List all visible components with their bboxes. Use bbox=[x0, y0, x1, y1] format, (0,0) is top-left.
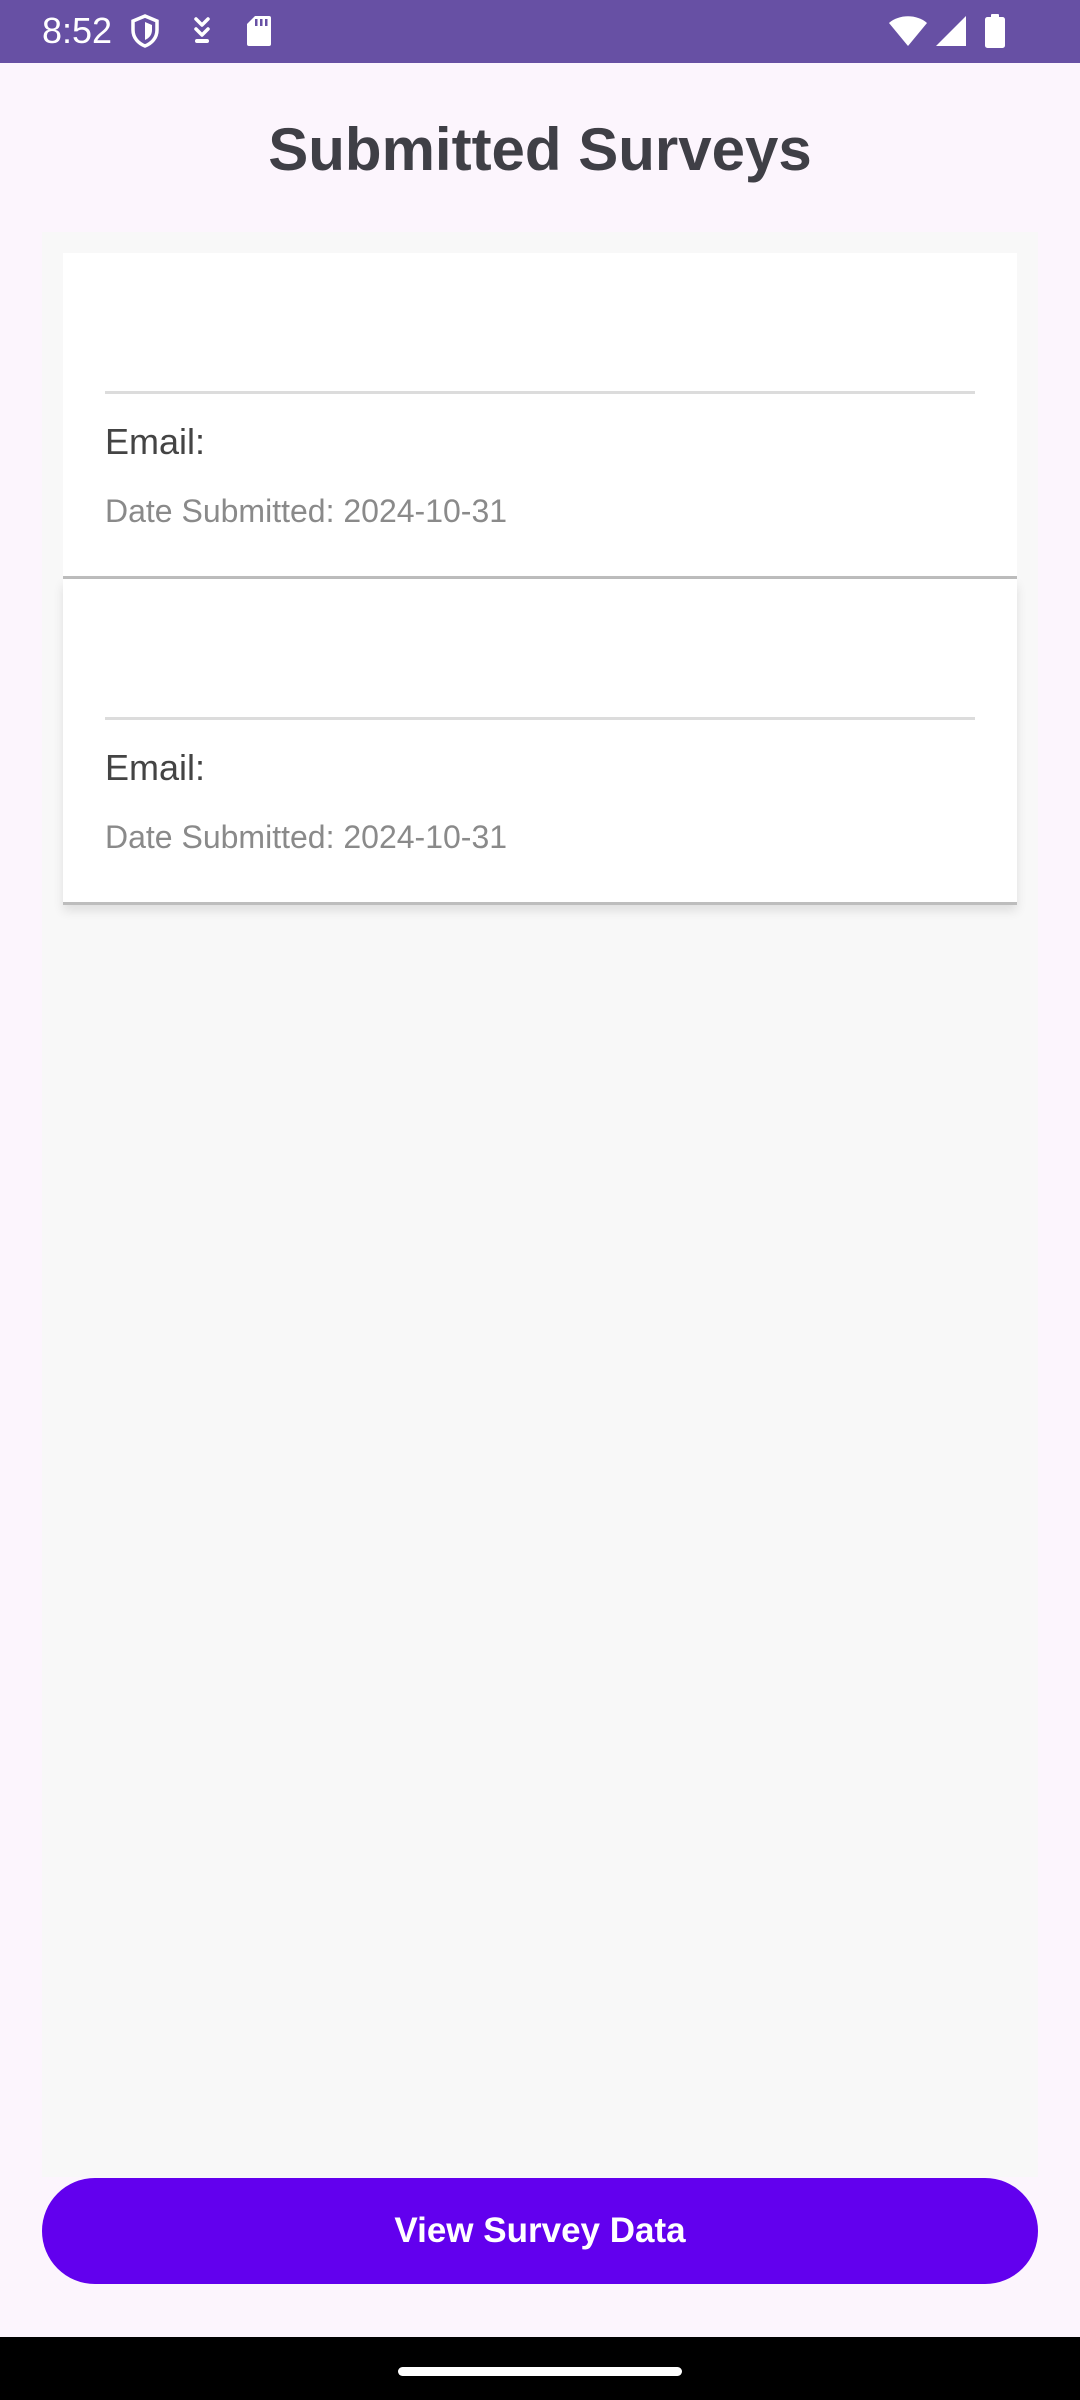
card-divider bbox=[105, 391, 975, 394]
download-icon bbox=[188, 10, 216, 52]
survey-email: Email: bbox=[105, 421, 206, 462]
wifi-icon bbox=[888, 10, 928, 52]
page-title: Submitted Surveys bbox=[268, 116, 812, 183]
signal-icon bbox=[934, 10, 968, 52]
survey-card[interactable]: Email: Date Submitted: 2024-10-31 bbox=[63, 579, 1017, 905]
sd-card-icon bbox=[244, 10, 274, 52]
status-time: 8:52 bbox=[42, 10, 113, 51]
shield-icon bbox=[128, 10, 162, 52]
card-divider bbox=[105, 717, 975, 720]
status-bar: 8:52 bbox=[0, 0, 1080, 63]
navigation-bar bbox=[0, 2337, 1080, 2400]
survey-card[interactable]: Email: Date Submitted: 2024-10-31 bbox=[63, 253, 1017, 579]
survey-date: Date Submitted: 2024-10-31 bbox=[105, 493, 508, 529]
view-survey-data-button[interactable]: View Survey Data bbox=[42, 2178, 1038, 2284]
survey-list[interactable]: Email: Date Submitted: 2024-10-31 Email:… bbox=[42, 232, 1038, 2177]
home-gesture-handle[interactable] bbox=[398, 2367, 682, 2376]
survey-date: Date Submitted: 2024-10-31 bbox=[105, 819, 508, 855]
battery-icon bbox=[982, 10, 1008, 52]
survey-email: Email: bbox=[105, 747, 206, 788]
